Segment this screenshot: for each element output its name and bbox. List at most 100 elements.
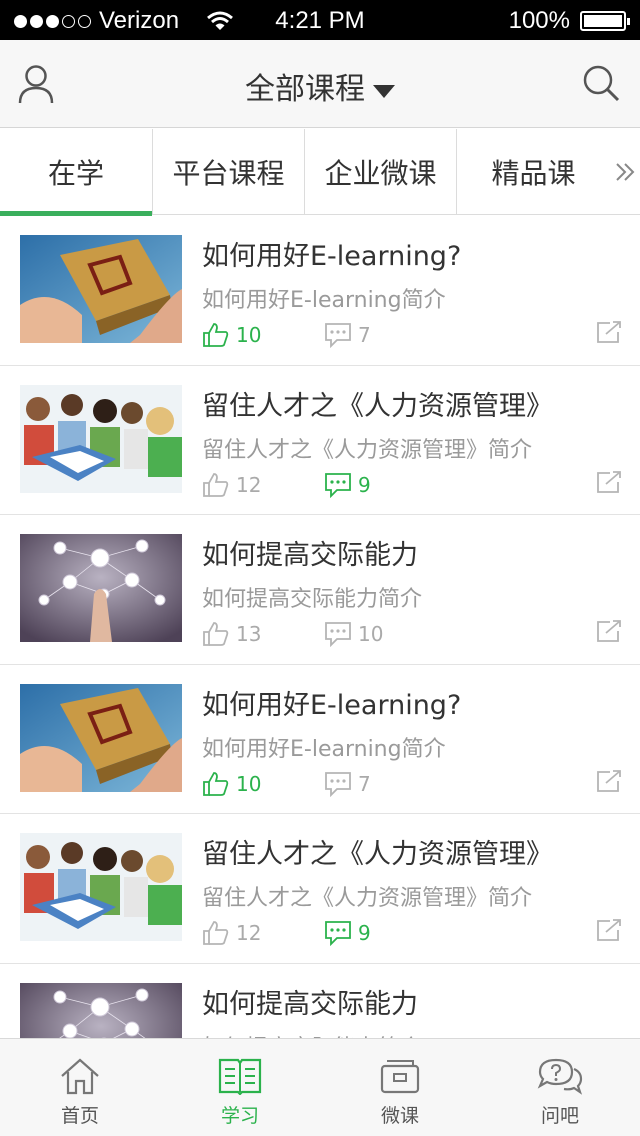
comment-button[interactable]: 10 — [324, 621, 383, 647]
course-description: 如何提高交际能力简介 — [202, 1030, 422, 1039]
course-stats: 12 9 — [202, 918, 622, 948]
thumbs-up-icon — [203, 921, 229, 945]
course-list-item[interactable]: 如何提高交际能力如何提高交际能力简介 13 10 — [0, 515, 640, 665]
comment-button[interactable]: 7 — [324, 771, 371, 797]
share-icon — [597, 620, 621, 642]
tabbar-label: 首页 — [60, 1105, 99, 1127]
comment-count: 10 — [358, 622, 384, 646]
question-bubble-icon — [537, 1058, 583, 1095]
comment-icon — [325, 472, 351, 498]
home-icon — [61, 1058, 99, 1095]
course-title: 留住人才之《人力资源管理》 — [202, 390, 553, 422]
course-thumbnail[interactable] — [20, 982, 182, 1038]
course-list-item[interactable]: 留住人才之《人力资源管理》留住人才之《人力资源管理》简介 12 9 — [0, 814, 640, 964]
tab-label: 平台课程 — [172, 157, 285, 190]
like-count: 10 — [236, 323, 262, 347]
share-button[interactable] — [596, 918, 622, 946]
course-description: 留住人才之《人力资源管理》简介 — [202, 886, 533, 911]
course-list: 如何用好E-learning? 如何用好E-learning简介 10 7 留住人才之《… — [0, 216, 640, 1038]
comment-button[interactable]: 7 — [324, 322, 371, 348]
search-button[interactable] — [582, 64, 622, 104]
tabbar-ask[interactable]: 问吧 — [480, 1039, 640, 1136]
like-button[interactable]: 13 — [202, 621, 324, 647]
course-title: 如何用好E-learning? — [202, 241, 462, 272]
comment-icon — [325, 622, 351, 647]
course-stats: 12 9 — [202, 470, 622, 500]
course-filter-dropdown[interactable]: 全部课程 — [0, 64, 640, 108]
share-icon — [597, 470, 621, 493]
course-thumbnail-students — [20, 833, 182, 941]
tabbar-micro-course[interactable]: 微课 — [320, 1039, 480, 1136]
tab-enterprise-micro-courses[interactable]: 企业微课 — [305, 129, 457, 215]
like-button[interactable]: 10 — [202, 322, 324, 348]
tab-studying[interactable]: 在学 — [0, 129, 153, 216]
like-count: 13 — [236, 622, 262, 646]
tab-label: 企业微课 — [324, 157, 437, 190]
comment-icon — [325, 921, 351, 946]
course-description: 如何提高交际能力简介 — [202, 587, 423, 612]
course-thumbnail[interactable] — [20, 683, 182, 792]
like-button[interactable]: 12 — [202, 472, 324, 498]
comment-count: 9 — [358, 921, 371, 945]
tab-platform-courses[interactable]: 平台课程 — [153, 129, 305, 215]
share-icon — [597, 919, 621, 941]
course-thumbnail[interactable] — [20, 384, 182, 493]
course-thumbnail-network — [20, 534, 182, 642]
course-list-item[interactable]: 留住人才之《人力资源管理》留住人才之《人力资源管理》简介 12 9 — [0, 366, 640, 515]
share-icon — [597, 321, 621, 343]
battery-percent: 100% — [508, 7, 570, 34]
share-button[interactable] — [596, 769, 622, 797]
course-thumbnail[interactable] — [20, 534, 182, 642]
share-button[interactable] — [596, 320, 622, 348]
tabbar-label: 问吧 — [540, 1105, 579, 1127]
course-list-item[interactable]: 如何提高交际能力如何提高交际能力简介1310 — [0, 964, 640, 1039]
course-list-item[interactable]: 如何用好E-learning? 如何用好E-learning简介 10 7 — [0, 216, 640, 366]
comment-button[interactable]: 9 — [324, 920, 371, 946]
tab-premium-courses[interactable]: 精品课 — [457, 129, 610, 215]
like-button[interactable]: 10 — [202, 771, 324, 797]
share-button[interactable] — [596, 619, 622, 647]
search-icon — [583, 65, 620, 102]
thumbs-up-icon — [203, 771, 229, 796]
tab-label: 在学 — [47, 157, 104, 190]
comment-button[interactable]: 9 — [324, 472, 371, 498]
course-thumbnail-students — [20, 384, 182, 493]
battery-icon — [580, 11, 630, 31]
course-stats: 10 7 — [202, 320, 622, 350]
like-count: 12 — [236, 921, 262, 945]
double-chevron-right-icon — [616, 162, 635, 181]
tabbar-study[interactable]: 学习 — [160, 1039, 320, 1136]
navigation-bar: 全部课程 — [0, 40, 640, 128]
course-title: 如何提高交际能力 — [202, 988, 418, 1020]
like-count: 10 — [236, 771, 262, 796]
course-list-item[interactable]: 如何用好E-learning? 如何用好E-learning简介 10 7 — [0, 665, 640, 814]
comment-count: 7 — [358, 323, 371, 347]
share-button[interactable] — [596, 470, 622, 498]
thumbs-up-icon — [203, 323, 229, 347]
course-stats: 13 10 — [202, 619, 622, 649]
comment-icon — [325, 771, 351, 797]
share-icon — [597, 769, 621, 792]
course-title: 如何提高交际能力 — [202, 540, 418, 571]
course-thumbnail-network — [20, 982, 182, 1038]
like-count: 12 — [236, 472, 262, 497]
thumbs-up-icon — [203, 472, 229, 497]
course-description: 留住人才之《人力资源管理》简介 — [202, 437, 533, 463]
page-title: 全部课程 — [245, 72, 365, 107]
bottom-tab-bar: 首页 学习 微课 问吧 — [0, 1038, 640, 1136]
tabbar-label: 微课 — [380, 1105, 419, 1127]
course-title: 如何用好E-learning? — [202, 689, 462, 721]
comment-count: 7 — [358, 771, 371, 796]
course-thumbnail[interactable] — [20, 235, 182, 343]
course-thumbnail-chess — [20, 683, 182, 792]
like-button[interactable]: 12 — [202, 920, 324, 946]
course-description: 如何用好E-learning简介 — [202, 288, 446, 313]
course-thumbnail[interactable] — [20, 833, 182, 941]
folder-icon — [380, 1060, 420, 1094]
more-tabs-button[interactable] — [610, 129, 640, 214]
tabbar-home[interactable]: 首页 — [0, 1039, 160, 1136]
course-title: 留住人才之《人力资源管理》 — [202, 839, 553, 870]
comment-count: 9 — [358, 472, 371, 497]
category-tabs: 在学 平台课程 企业微课 精品课 — [0, 129, 640, 216]
course-description: 如何用好E-learning简介 — [202, 736, 446, 762]
